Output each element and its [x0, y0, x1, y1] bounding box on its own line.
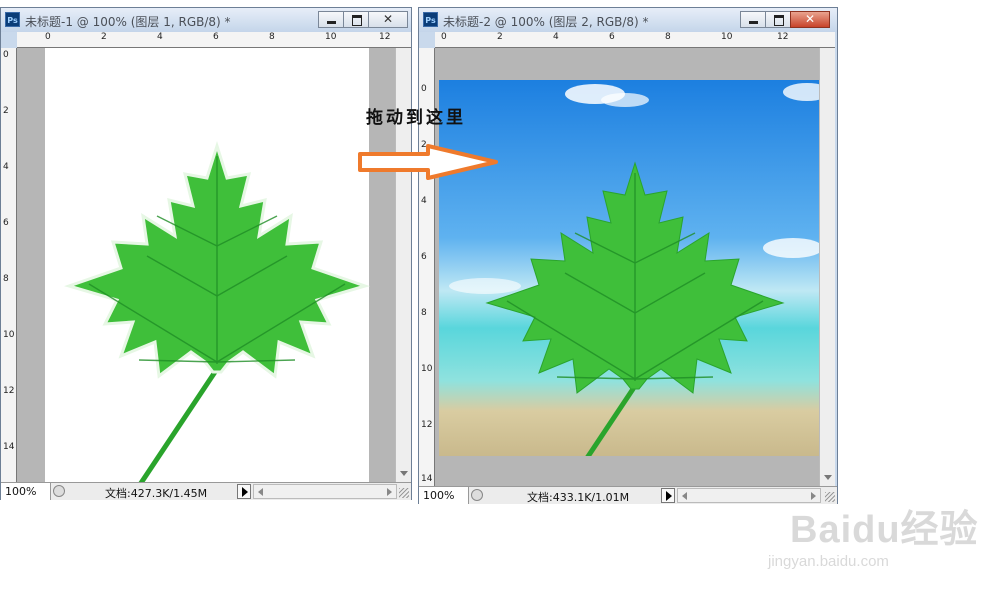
navigator-icon[interactable] — [53, 485, 65, 497]
status-menu-button[interactable] — [661, 488, 675, 503]
minimize-button[interactable] — [740, 11, 766, 28]
canvas-area[interactable] — [435, 48, 819, 486]
ruler-label: 10 — [421, 364, 433, 374]
scroll-right-icon[interactable] — [387, 488, 392, 496]
scroll-down-icon[interactable] — [824, 475, 832, 480]
drag-arrow-icon — [358, 144, 498, 180]
ruler-label: 0 — [3, 50, 9, 60]
ruler-label: 10 — [325, 32, 337, 42]
cloud — [601, 93, 649, 107]
maximize-button[interactable] — [343, 11, 369, 28]
zoom-field[interactable]: 100% — [419, 487, 469, 504]
resize-grip-icon[interactable] — [399, 488, 409, 498]
document-window-2[interactable]: Ps 未标题-2 @ 100% (图层 2, RGB/8) * ✕ 0 2 4 … — [418, 7, 838, 504]
minimize-icon — [327, 21, 336, 24]
canvas-area[interactable] — [17, 48, 395, 482]
status-bar: 100% 文档:433.1K/1.01M — [419, 486, 837, 504]
close-button[interactable]: ✕ — [368, 11, 408, 28]
ruler-label: 2 — [101, 32, 107, 42]
ruler-label: 12 — [777, 32, 789, 42]
status-menu-button[interactable] — [237, 484, 251, 499]
maximize-icon — [352, 15, 362, 26]
ruler-horizontal[interactable]: 0 2 4 6 8 10 12 — [435, 32, 835, 48]
ruler-label: 0 — [421, 84, 427, 94]
canvas-grey-bottom — [435, 456, 819, 486]
horizontal-scrollbar[interactable] — [253, 484, 397, 499]
scroll-down-icon[interactable] — [400, 471, 408, 476]
minimize-icon — [749, 21, 758, 24]
window-title: 未标题-1 @ 100% (图层 1, RGB/8) * — [25, 15, 231, 29]
maximize-button[interactable] — [765, 11, 791, 28]
ruler-label: 2 — [3, 106, 9, 116]
ruler-label: 10 — [721, 32, 733, 42]
ruler-label: 6 — [421, 252, 427, 262]
document-canvas[interactable] — [435, 48, 819, 486]
ruler-label: 6 — [609, 32, 615, 42]
ruler-label: 14 — [421, 474, 433, 484]
ruler-label: 12 — [379, 32, 391, 42]
vertical-scrollbar[interactable] — [819, 48, 835, 486]
ruler-label: 12 — [421, 420, 433, 430]
watermark-url: jingyan.baidu.com — [768, 553, 889, 570]
drag-here-annotation: 拖动到这里 — [366, 108, 466, 128]
ruler-label: 4 — [157, 32, 163, 42]
photoshop-icon: Ps — [423, 12, 438, 27]
zoom-field[interactable]: 100% — [1, 483, 51, 500]
close-icon: ✕ — [382, 12, 394, 26]
status-bar: 100% 文档:427.3K/1.45M — [1, 482, 411, 500]
scroll-left-icon[interactable] — [258, 488, 263, 496]
cloud — [449, 278, 521, 294]
title-bar[interactable]: Ps 未标题-2 @ 100% (图层 2, RGB/8) * ✕ — [419, 8, 837, 32]
ruler-label: 0 — [441, 32, 447, 42]
document-canvas[interactable] — [17, 48, 395, 482]
document-window-1[interactable]: Ps 未标题-1 @ 100% (图层 1, RGB/8) * ✕ 0 2 4 … — [0, 7, 412, 500]
ruler-label: 6 — [3, 218, 9, 228]
ruler-label: 4 — [421, 196, 427, 206]
ruler-label: 14 — [3, 442, 15, 452]
photoshop-icon: Ps — [5, 12, 20, 27]
close-button[interactable]: ✕ — [790, 11, 830, 28]
ruler-label: 10 — [3, 330, 15, 340]
title-bar[interactable]: Ps 未标题-1 @ 100% (图层 1, RGB/8) * ✕ — [1, 8, 411, 32]
ruler-vertical[interactable]: 0 2 4 6 8 10 12 14 — [1, 48, 17, 482]
scroll-left-icon[interactable] — [682, 492, 687, 500]
ruler-label: 2 — [497, 32, 503, 42]
ruler-label: 4 — [3, 162, 9, 172]
minimize-button[interactable] — [318, 11, 344, 28]
ruler-label: 8 — [269, 32, 275, 42]
watermark-logo: Baidu经验 — [790, 509, 979, 551]
ruler-label: 0 — [45, 32, 51, 42]
ruler-label: 4 — [553, 32, 559, 42]
ruler-label: 12 — [3, 386, 15, 396]
ruler-label: 8 — [665, 32, 671, 42]
doc-size-info: 文档:433.1K/1.01M — [527, 491, 630, 504]
maximize-icon — [774, 15, 784, 26]
close-icon: ✕ — [804, 12, 816, 26]
ruler-horizontal[interactable]: 0 2 4 6 8 10 12 — [17, 32, 411, 48]
navigator-icon[interactable] — [471, 489, 483, 501]
window-title: 未标题-2 @ 100% (图层 2, RGB/8) * — [443, 15, 649, 29]
ruler-label: 6 — [213, 32, 219, 42]
baidu-watermark: Baidu经验 jingyan.baidu.com — [768, 498, 979, 570]
ruler-label: 8 — [3, 274, 9, 284]
doc-size-info: 文档:427.3K/1.45M — [105, 487, 208, 500]
ruler-label: 8 — [421, 308, 427, 318]
